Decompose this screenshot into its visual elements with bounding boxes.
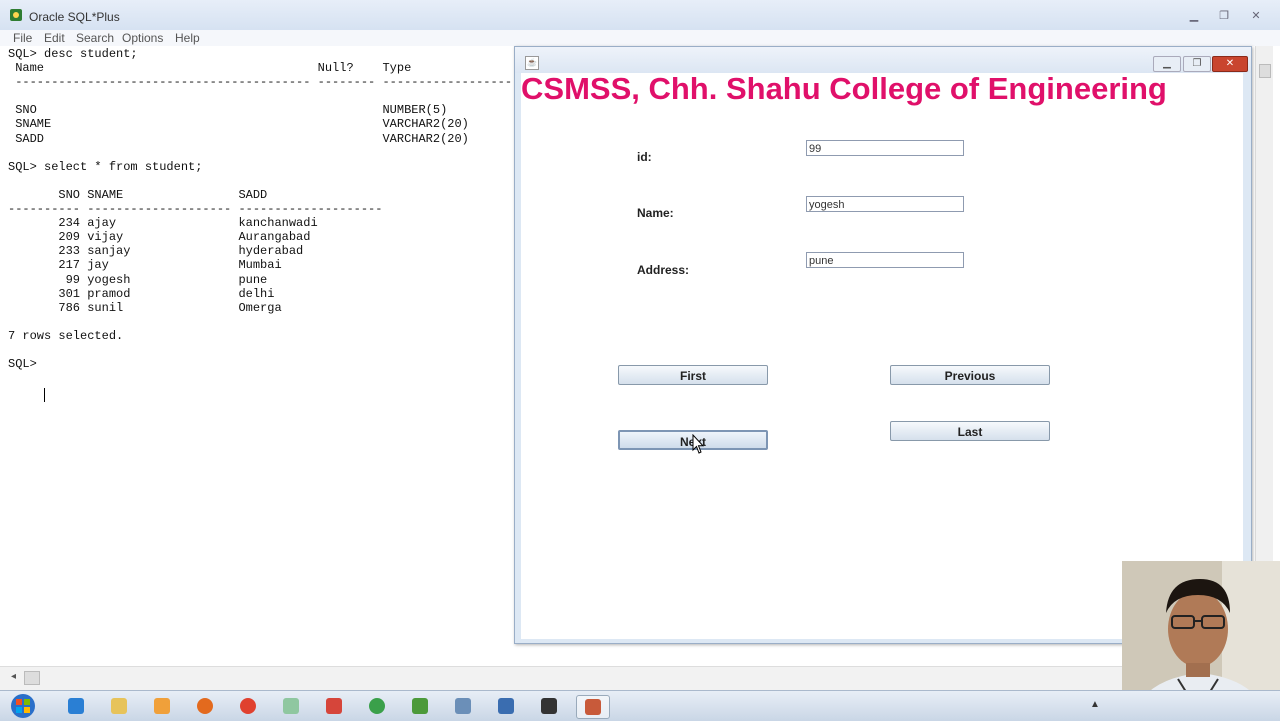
box-icon[interactable] bbox=[490, 695, 522, 717]
horizontal-scrollbar[interactable]: ◂ bbox=[0, 666, 1266, 691]
menu-edit[interactable]: Edit bbox=[44, 31, 65, 45]
form-close-button[interactable]: ✕ bbox=[1212, 56, 1248, 72]
menu-file[interactable]: File bbox=[13, 31, 32, 45]
id-field[interactable]: 99 bbox=[806, 140, 964, 156]
menu-options[interactable]: Options bbox=[122, 31, 163, 45]
close-button[interactable]: ✕ bbox=[1244, 9, 1268, 23]
menu-help[interactable]: Help bbox=[175, 31, 200, 45]
green-app-icon[interactable] bbox=[361, 695, 393, 717]
scroll-left-icon[interactable]: ◂ bbox=[11, 671, 16, 682]
taskbar: ▲ bbox=[0, 690, 1280, 721]
menu-bar: File Edit Search Options Help bbox=[0, 30, 1280, 46]
scroll-thumb[interactable] bbox=[24, 671, 40, 685]
window-title: Oracle SQL*Plus bbox=[29, 10, 120, 24]
address-field[interactable]: pune bbox=[806, 252, 964, 268]
tray-expand-icon[interactable]: ▲ bbox=[1090, 699, 1100, 710]
pdf-icon[interactable] bbox=[318, 695, 350, 717]
last-button[interactable]: Last bbox=[890, 421, 1050, 441]
form-body: CSMSS, Chh. Shahu College of Engineering… bbox=[521, 71, 1243, 639]
college-heading: CSMSS, Chh. Shahu College of Engineering bbox=[521, 71, 1167, 106]
firefox-icon[interactable] bbox=[189, 695, 221, 717]
first-button[interactable]: First bbox=[618, 365, 768, 385]
scroll-thumb[interactable] bbox=[1259, 64, 1271, 78]
java-icon: ☕ bbox=[525, 56, 539, 70]
id-label: id: bbox=[637, 150, 652, 164]
form-maximize-button[interactable]: ❐ bbox=[1183, 56, 1211, 72]
console-output: SQL> desc student; Name Null? Type -----… bbox=[8, 47, 585, 372]
java-icon[interactable] bbox=[576, 695, 610, 719]
window-icon[interactable] bbox=[447, 695, 479, 717]
name-field[interactable]: yogesh bbox=[806, 196, 964, 212]
media-player-icon[interactable] bbox=[146, 695, 178, 717]
title-bar: Oracle SQL*Plus ▁ ❐ ✕ bbox=[0, 0, 1280, 31]
chrome-icon[interactable] bbox=[232, 695, 264, 717]
student-form-window: ☕ ▁ ❐ ✕ CSMSS, Chh. Shahu College of Eng… bbox=[514, 46, 1252, 644]
form-minimize-button[interactable]: ▁ bbox=[1153, 56, 1181, 72]
ie-icon[interactable] bbox=[60, 695, 92, 717]
form-title-bar: ☕ ▁ ❐ ✕ bbox=[515, 47, 1251, 73]
address-label: Address: bbox=[637, 263, 690, 277]
previous-button[interactable]: Previous bbox=[890, 365, 1050, 385]
sqlplus-app-icon bbox=[10, 9, 22, 21]
menu-search[interactable]: Search bbox=[76, 31, 114, 45]
name-label: Name: bbox=[637, 206, 674, 220]
save-icon[interactable] bbox=[533, 695, 565, 717]
start-button-icon[interactable] bbox=[6, 693, 40, 719]
mouse-pointer-icon bbox=[692, 434, 704, 454]
text-cursor bbox=[44, 388, 45, 402]
maximize-button[interactable]: ❐ bbox=[1212, 9, 1236, 23]
files-icon[interactable] bbox=[275, 695, 307, 717]
puzzle-icon[interactable] bbox=[404, 695, 436, 717]
folder-icon[interactable] bbox=[103, 695, 135, 717]
minimize-button[interactable]: ▁ bbox=[1182, 9, 1206, 23]
